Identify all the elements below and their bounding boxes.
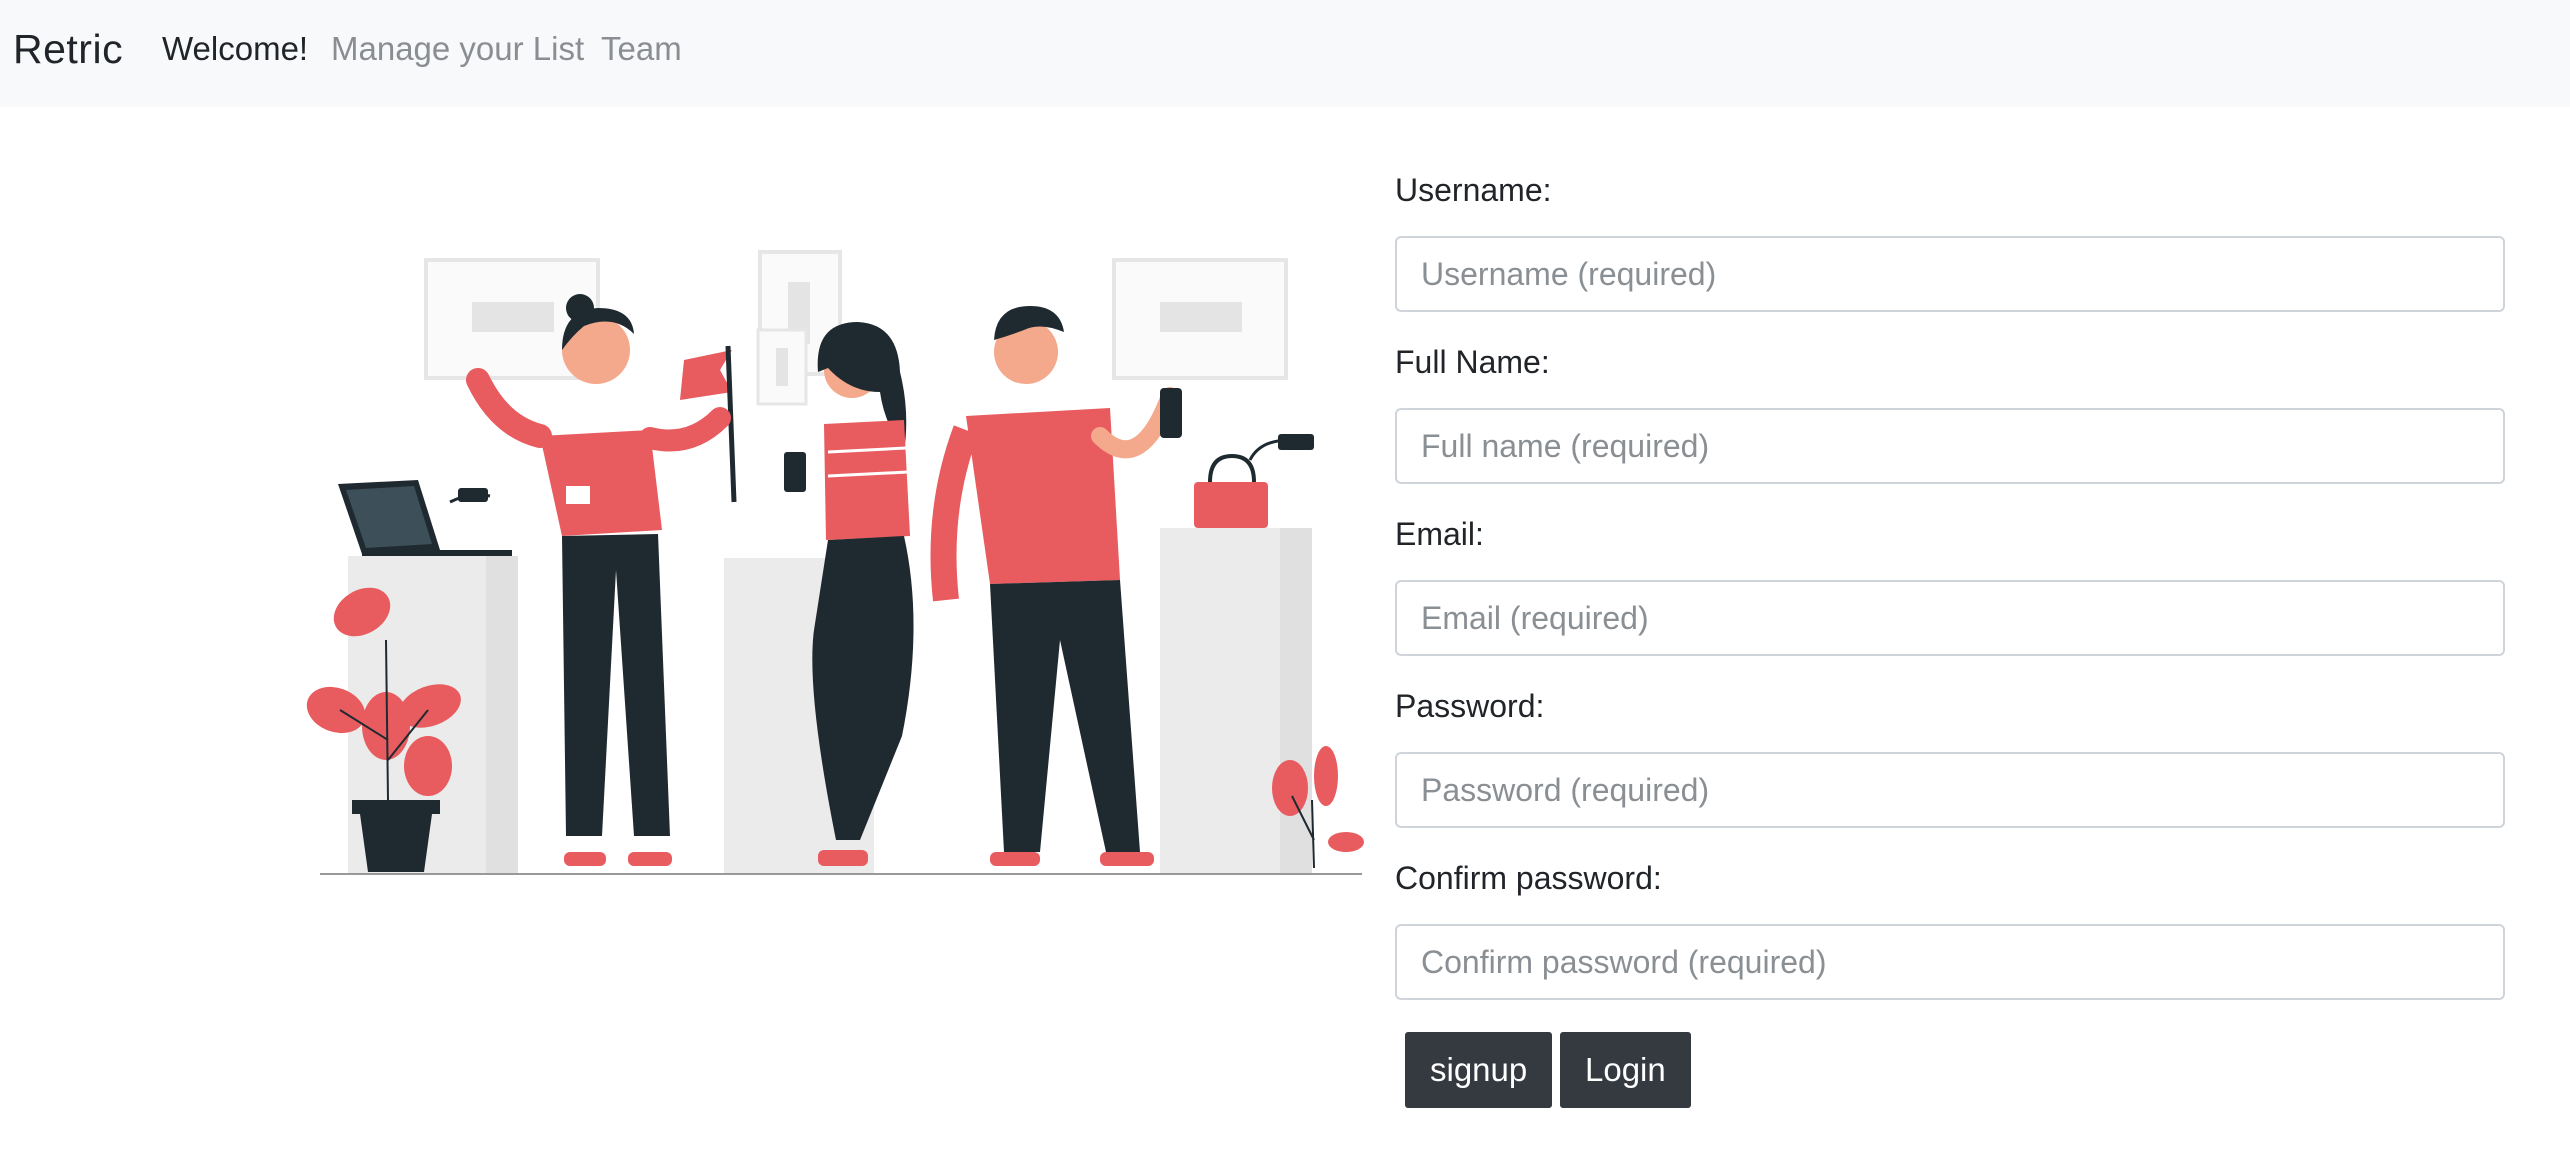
confirm-password-input[interactable] [1395,924,2505,1000]
nav-link-welcome[interactable]: Welcome! [162,30,308,68]
email-input[interactable] [1395,580,2505,656]
full-name-label: Full Name: [1395,344,1550,380]
wall-frame-right [1112,258,1288,380]
nav-link-manage-list[interactable]: Manage your List [331,30,584,68]
wall-frame-tiny [756,328,808,406]
confirm-password-label: Confirm password: [1395,860,1662,896]
full-name-input[interactable] [1395,408,2505,484]
nav-link-team[interactable]: Team [601,30,682,68]
login-button[interactable]: Login [1560,1032,1691,1108]
red-bag [1194,434,1314,528]
password-label: Password: [1395,688,1545,724]
email-label: Email: [1395,516,1484,552]
username-input[interactable] [1395,236,2505,312]
brand-logo[interactable]: Retric [13,26,123,73]
team-illustration-svg [306,250,1364,875]
signup-button[interactable]: signup [1405,1032,1553,1108]
laptop [338,480,512,556]
person-man-phone [930,306,1182,866]
username-label: Username: [1395,172,1552,208]
navbar: Retric Welcome! Manage your List Team [0,0,2570,107]
team-illustration [300,240,1380,880]
password-input[interactable] [1395,752,2505,828]
